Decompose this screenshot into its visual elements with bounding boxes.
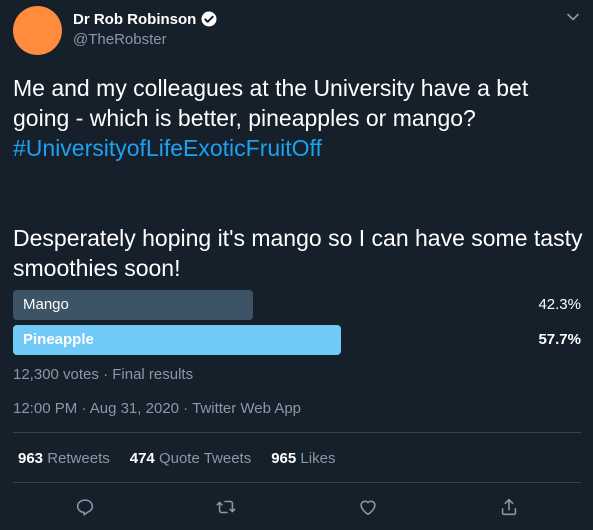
poll-option-percent: 57.7% [538,331,581,348]
share-icon[interactable] [498,496,520,518]
poll: Mango 42.3% Pineapple 57.7% [13,290,581,360]
likes-count: 965 [271,450,297,467]
timestamp-separator: · [183,400,193,417]
avatar[interactable] [13,6,62,55]
quote-tweets-stat[interactable]: 474 Quote Tweets [130,450,251,467]
poll-option-percent: 42.3% [538,296,581,313]
retweets-stat[interactable]: 963 Retweets [18,450,110,467]
timestamp-time[interactable]: 12:00 PM [13,400,77,417]
poll-option-label: Pineapple [23,331,94,348]
tweet-source[interactable]: Twitter Web App [192,400,301,417]
quotes-count: 474 [129,450,155,467]
tweet-text-line1: Me and my colleagues at the University h… [13,75,529,131]
divider [13,482,581,483]
timestamp-date[interactable]: Aug 31, 2020 [90,400,179,417]
retweets-label: Retweets [47,450,110,467]
poll-option-label: Mango [23,296,69,313]
divider [13,432,581,433]
tweet-text-line2: Desperately hoping it's mango so I can h… [13,225,583,281]
author-name-row[interactable]: Dr Rob Robinson [73,10,218,28]
hashtag-link[interactable]: #UniversityofLifeExoticFruitOff [13,135,322,161]
quotes-label: Quote Tweets [158,450,252,467]
chevron-down-icon[interactable] [566,10,580,24]
verified-badge-icon [201,11,217,27]
poll-meta: 12,300 votes · Final results [13,366,194,383]
tweet-text: Me and my colleagues at the University h… [13,73,583,283]
author-handle[interactable]: @TheRobster [73,31,167,48]
retweets-count: 963 [18,450,44,467]
tweet-actions [0,494,593,524]
retweet-icon[interactable] [215,496,237,518]
poll-option-mango: Mango 42.3% [13,290,581,320]
author-display-name[interactable]: Dr Rob Robinson [73,11,196,28]
timestamp-separator: · [81,400,90,417]
tweet-stats: 963 Retweets 474 Quote Tweets 965 Likes [18,450,355,467]
likes-label: Likes [300,450,336,467]
poll-option-pineapple: Pineapple 57.7% [13,325,581,355]
tweet-card: Dr Rob Robinson @TheRobster Me and my co… [0,0,593,530]
heart-icon[interactable] [357,496,379,518]
reply-icon[interactable] [74,496,96,518]
likes-stat[interactable]: 965 Likes [271,450,335,467]
timestamp-row: 12:00 PM · Aug 31, 2020 · Twitter Web Ap… [13,400,301,417]
